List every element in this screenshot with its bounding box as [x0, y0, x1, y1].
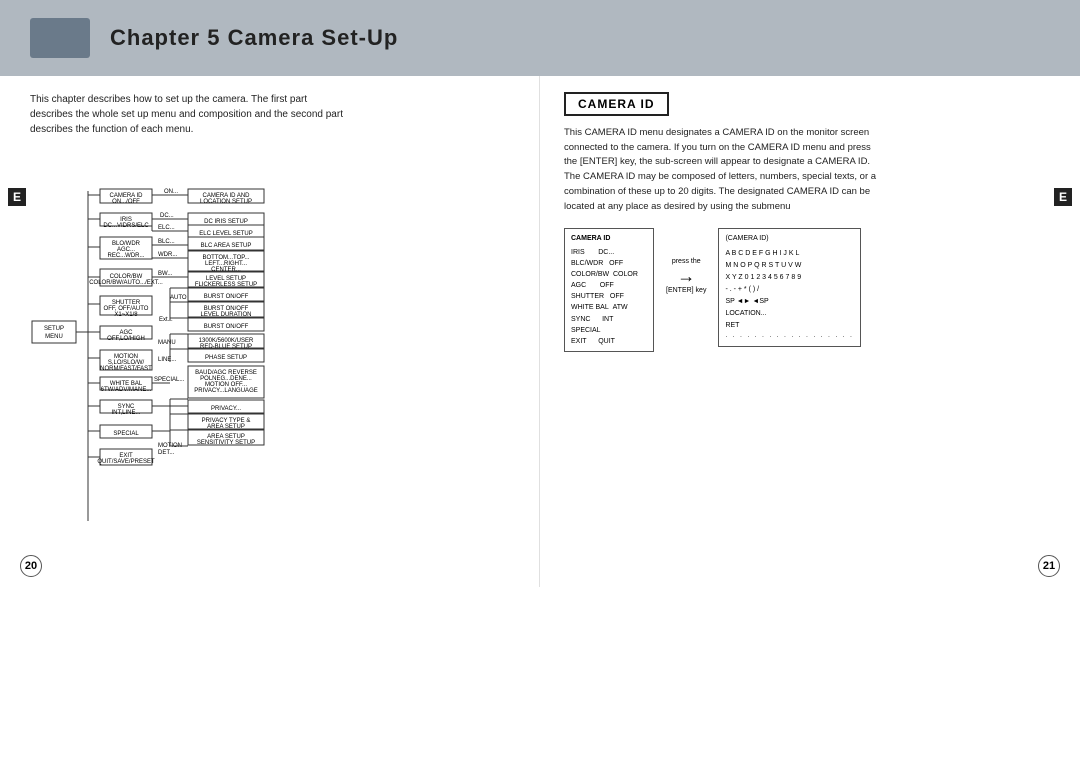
svg-text:BLC...: BLC...	[158, 239, 175, 245]
right-page: E CAMERA ID This CAMERA ID menu designat…	[540, 76, 1080, 587]
svg-text:QUIT/SAVE/PRESET: QUIT/SAVE/PRESET	[97, 459, 155, 465]
page-title: Chapter 5 Camera Set-Up	[110, 25, 398, 51]
svg-text:NORM/FAST/FAST: NORM/FAST/FAST	[100, 366, 152, 372]
cam-chars-line2: M N O P Q R S T U V W	[725, 260, 853, 272]
svg-text:SPECIAL...: SPECIAL...	[154, 377, 185, 383]
cam-right-title: (CAMERA ID)	[725, 233, 853, 245]
svg-text:PRIVACY...: PRIVACY...	[211, 406, 241, 412]
cam-menu-item: SHUTTER OFF	[571, 291, 647, 302]
e-badge-left: E	[8, 188, 26, 206]
svg-text:COLOR/BW/AUTO.../EXT...: COLOR/BW/AUTO.../EXT...	[89, 280, 163, 286]
cam-chars-line6: LOCATION...	[725, 308, 853, 320]
svg-text:SENSITIVITY SETUP: SENSITIVITY SETUP	[197, 440, 255, 446]
svg-text:ON...: ON...	[164, 189, 178, 195]
cam-chars-dots: . . . . . . . . . . . . . . . . . .	[725, 331, 853, 341]
press-label: press the	[672, 258, 701, 265]
svg-text:BURST ON/OFF: BURST ON/OFF	[204, 294, 249, 300]
cam-chars-line4: - . - + * ( ) /	[725, 284, 853, 296]
svg-text:MENU: MENU	[45, 334, 63, 340]
svg-text:BLC AREA SETUP: BLC AREA SETUP	[201, 243, 252, 249]
cam-menu-item: IRIS DC...	[571, 247, 647, 258]
svg-text:LEVEL DURATION: LEVEL DURATION	[200, 312, 251, 318]
cam-menu-item: EXIT QUIT	[571, 336, 647, 347]
intro-text: This chapter describes how to set up the…	[30, 92, 460, 137]
cam-menu-item: BLC/WDR OFF	[571, 258, 647, 269]
svg-text:ELC LEVEL SETUP: ELC LEVEL SETUP	[199, 231, 252, 237]
camera-id-description: This CAMERA ID menu designates a CAMERA …	[564, 126, 1024, 214]
cam-chars-line7: RET	[725, 320, 853, 332]
svg-text:ON.../OFF: ON.../OFF	[112, 199, 140, 205]
page-num-left: 20	[20, 555, 42, 577]
cam-left-title: CAMERA ID	[571, 233, 647, 244]
svg-text:REC...WDR...: REC...WDR...	[108, 253, 145, 259]
cam-chars-line5: SP ◄► ◄SP	[725, 296, 853, 308]
cam-chars-line1: A B C D E F G H I J K L	[725, 248, 853, 260]
svg-text:DET...: DET...	[158, 450, 175, 456]
cam-menu-item: SPECIAL	[571, 325, 647, 336]
svg-text:DC IRIS SETUP: DC IRIS SETUP	[204, 219, 248, 225]
cam-menu-item: WHITE BAL ATW	[571, 302, 647, 313]
cam-menu-item: SYNC INT	[571, 314, 647, 325]
cam-chars-line3: X Y Z 0 1 2 3 4 5 6 7 8 9	[725, 272, 853, 284]
svg-text:MANU: MANU	[158, 340, 176, 346]
svg-text:AUTO: AUTO	[170, 295, 187, 301]
svg-text:AREA SETUP: AREA SETUP	[207, 424, 245, 430]
cam-menu-item: AGC OFF	[571, 280, 647, 291]
svg-text:PHASE SETUP: PHASE SETUP	[205, 355, 247, 361]
svg-text:DC...: DC...	[160, 213, 174, 219]
svg-text:DC...VIDRS/ELC: DC...VIDRS/ELC	[103, 223, 149, 229]
svg-text:6TW/ADV/MANE...: 6TW/ADV/MANE...	[101, 387, 152, 393]
arrow-icon: →	[677, 267, 695, 285]
svg-text:BURST ON/OFF: BURST ON/OFF	[204, 324, 249, 330]
page-num-right: 21	[1038, 555, 1060, 577]
e-badge-right: E	[1054, 188, 1072, 206]
left-page: E This chapter describes how to set up t…	[0, 76, 540, 587]
camera-id-section: CAMERA ID This CAMERA ID menu designates…	[564, 92, 1060, 352]
svg-text:OFF,LO/HIGH: OFF,LO/HIGH	[107, 336, 145, 342]
setup-diagram: SETUP MENU CAMERA ID ON.../OFF IRIS DC..…	[30, 151, 530, 571]
svg-text:ELC...: ELC...	[158, 225, 175, 231]
svg-text:LOCATION SETUP: LOCATION SETUP	[200, 199, 252, 205]
camera-id-diagram: CAMERA ID IRIS DC... BLC/WDR OFF COLOR/B…	[564, 228, 1060, 352]
page-header: Chapter 5 Camera Set-Up	[0, 0, 1080, 76]
cam-arrow-area: press the → [ENTER] key	[666, 228, 706, 294]
svg-text:BW...: BW...	[158, 271, 173, 277]
diagram-svg: SETUP MENU CAMERA ID ON.../OFF IRIS DC..…	[30, 151, 530, 571]
enter-label: [ENTER] key	[666, 287, 706, 294]
svg-text:FLICKERLESS SETUP: FLICKERLESS SETUP	[195, 282, 257, 288]
cam-left-box: CAMERA ID IRIS DC... BLC/WDR OFF COLOR/B…	[564, 228, 654, 352]
svg-text:INT,LINE...: INT,LINE...	[111, 410, 140, 416]
svg-text:PRIVACY...LANGUAGE: PRIVACY...LANGUAGE	[194, 388, 257, 394]
svg-text:SETUP: SETUP	[44, 326, 64, 332]
svg-text:X1~X1/8: X1~X1/8	[114, 312, 138, 318]
svg-text:LINE...: LINE...	[158, 357, 177, 363]
content-area: E This chapter describes how to set up t…	[0, 76, 1080, 587]
svg-text:SPECIAL: SPECIAL	[113, 431, 139, 437]
cam-menu-item: COLOR/BW COLOR	[571, 269, 647, 280]
svg-text:WDR...: WDR...	[158, 252, 178, 258]
camera-id-header: CAMERA ID	[564, 92, 669, 116]
header-image	[30, 18, 90, 58]
cam-right-box: (CAMERA ID) A B C D E F G H I J K L M N …	[718, 228, 860, 346]
